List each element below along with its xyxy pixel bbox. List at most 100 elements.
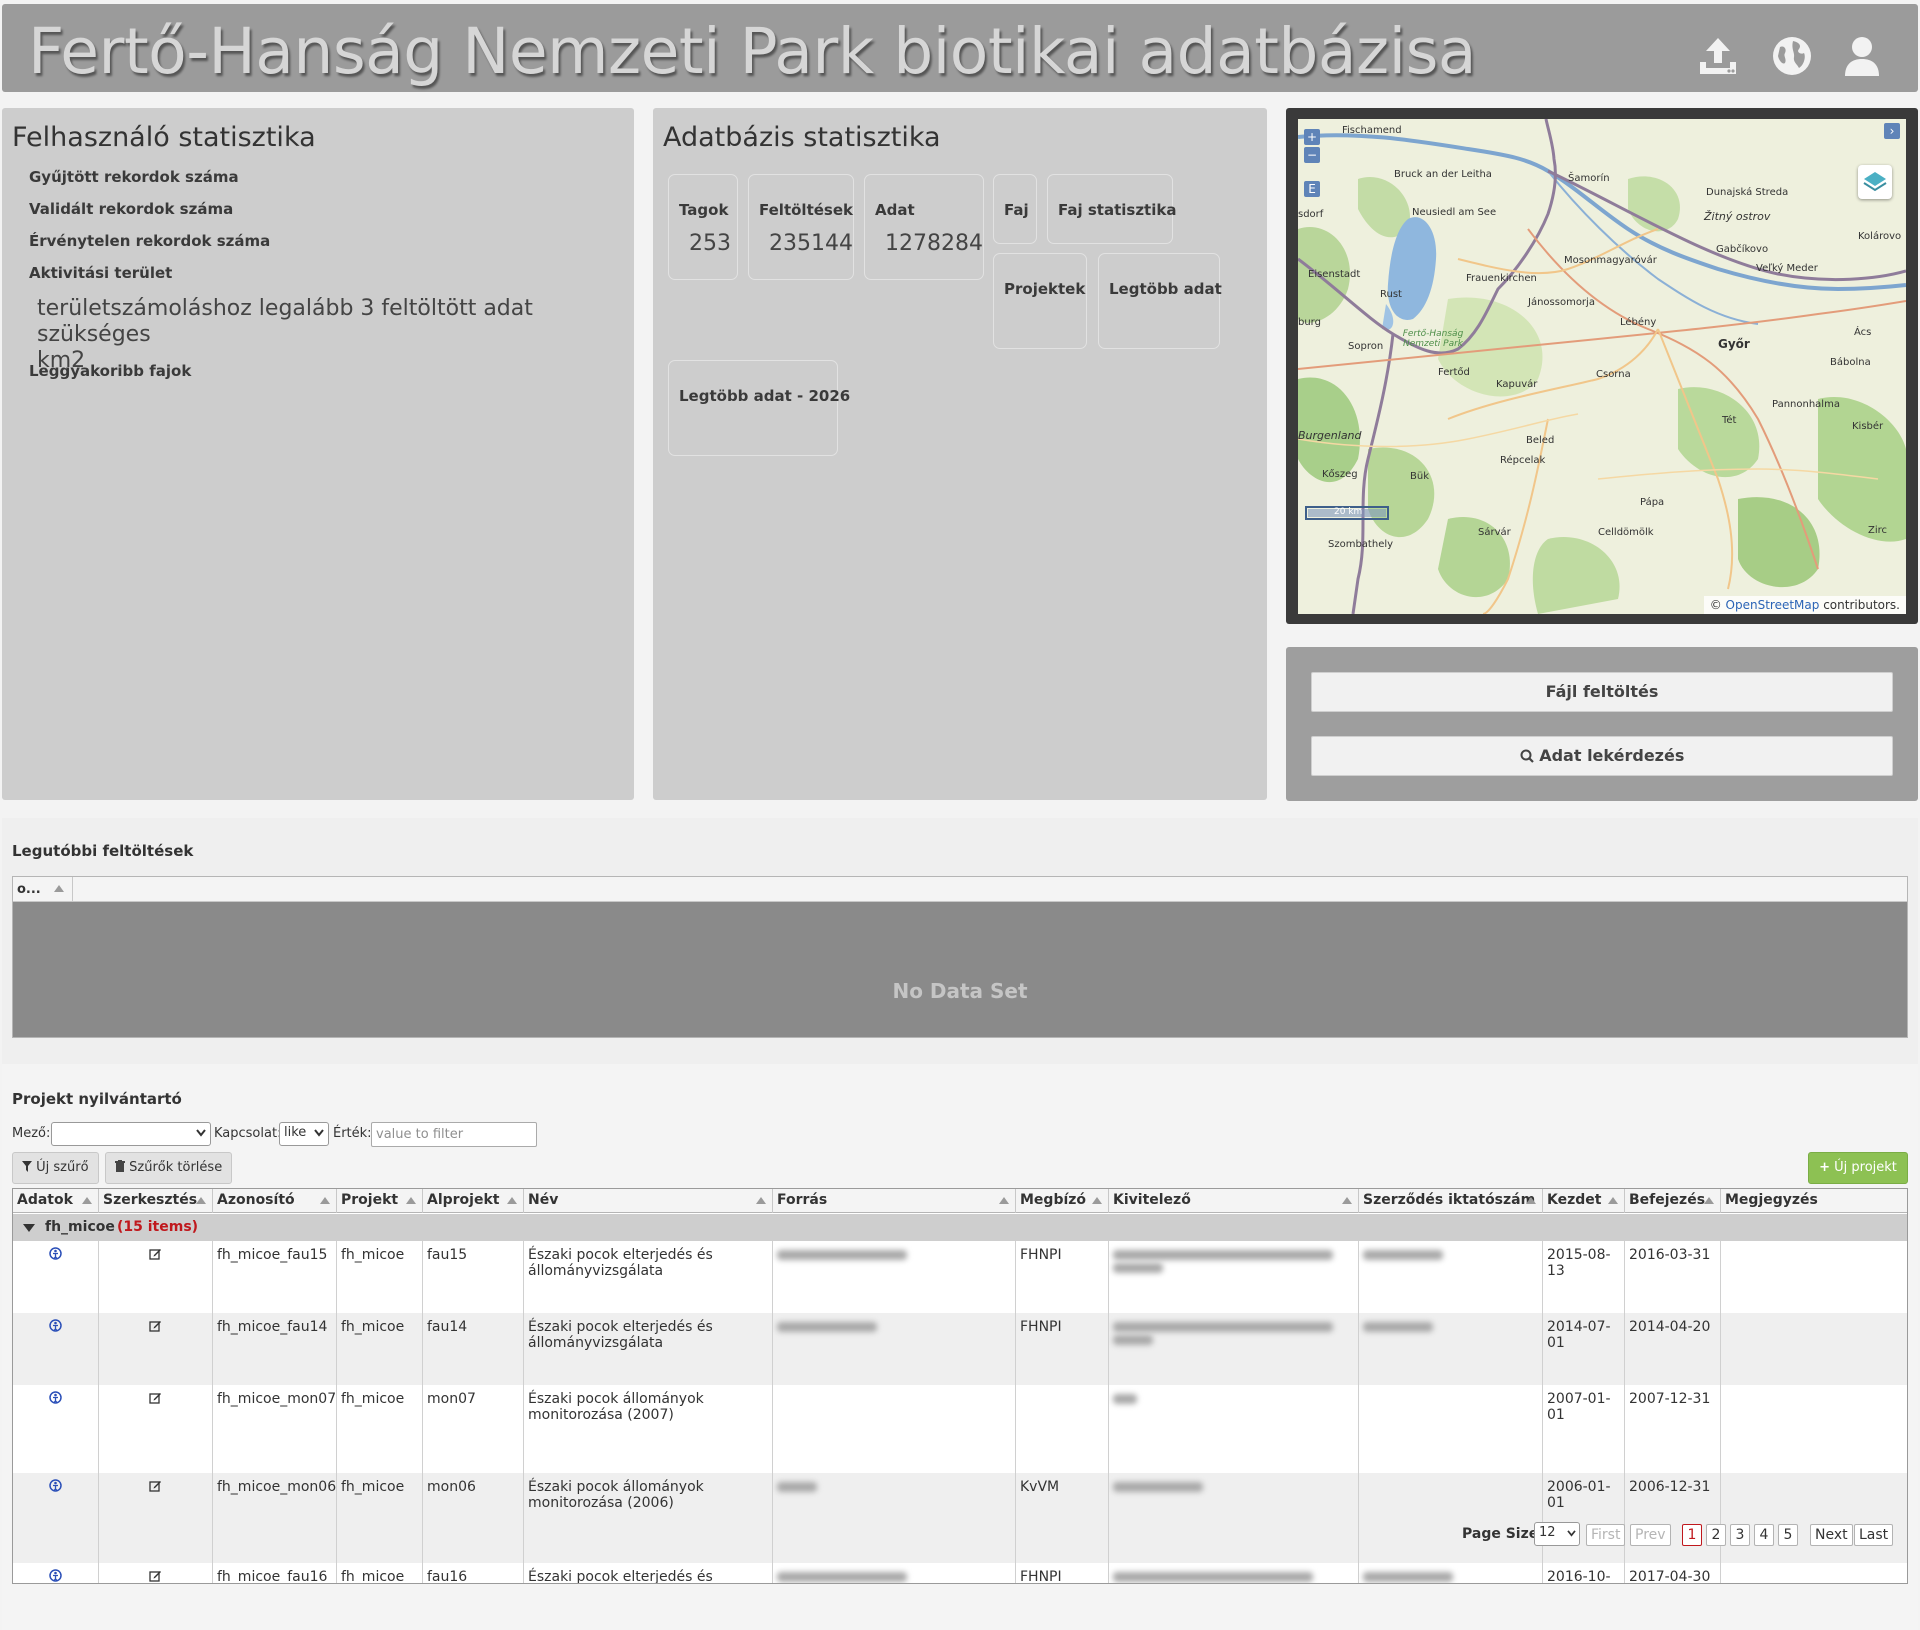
cell-note: [1721, 1385, 1907, 1473]
group-row[interactable]: fh_micoe (15 items): [13, 1214, 1907, 1241]
column-header[interactable]: Szerződés iktatószám: [1359, 1189, 1543, 1213]
cell-id: fh_micoe_fau14: [213, 1313, 337, 1385]
cell-client: FHNPI: [1016, 1313, 1109, 1385]
pager-page-1[interactable]: 1: [1682, 1524, 1702, 1546]
cell-name: Északi pocok állományok monitorozása (20…: [524, 1385, 773, 1473]
column-header[interactable]: Megbízó: [1016, 1189, 1109, 1213]
group-count: (15 items): [117, 1219, 199, 1235]
members-value: 253: [689, 231, 731, 256]
cell-contractor-redacted: [1109, 1313, 1359, 1385]
map-zoom-in-button[interactable]: +: [1304, 129, 1320, 145]
table-row[interactable]: fh_micoe_fau16 fh_micoe fau16 Északi pocok …: [13, 1563, 1907, 1583]
recent-uploads-column[interactable]: o...: [13, 877, 73, 902]
value-input[interactable]: value to filter: [371, 1122, 537, 1147]
pager-prev-button[interactable]: Prev: [1630, 1524, 1671, 1546]
column-header[interactable]: Adatok: [13, 1189, 99, 1213]
openstreetmap-link[interactable]: OpenStreetMap: [1726, 598, 1820, 612]
cell-start: 2015-08-13: [1543, 1241, 1625, 1313]
column-header[interactable]: Azonosító: [213, 1189, 337, 1213]
data-link-icon[interactable]: [49, 1569, 62, 1582]
column-header[interactable]: Szerkesztés: [99, 1189, 213, 1213]
sort-icon: [1092, 1197, 1102, 1204]
pager-last-button[interactable]: Last: [1854, 1524, 1894, 1546]
pager-page-2[interactable]: 2: [1706, 1524, 1726, 1546]
column-header[interactable]: Kezdet: [1543, 1189, 1625, 1213]
column-header[interactable]: Projekt: [337, 1189, 423, 1213]
members-box[interactable]: Tagok 253: [668, 174, 738, 280]
species-stats-box[interactable]: Faj statisztika: [1047, 174, 1176, 244]
cell-subproject: fau14: [423, 1313, 524, 1385]
field-select[interactable]: [51, 1122, 211, 1146]
most-data-box[interactable]: Legtöbb adat: [1098, 253, 1222, 349]
new-project-button[interactable]: + Új projekt: [1808, 1152, 1908, 1184]
page-size-select[interactable]: 12: [1534, 1522, 1580, 1546]
data-value: 1278284: [885, 231, 983, 256]
map-zoom-out-button[interactable]: −: [1304, 147, 1320, 163]
uploads-box[interactable]: Feltöltések 235144: [748, 174, 854, 280]
data-query-button[interactable]: Adat lekérdezés: [1311, 736, 1893, 776]
table-row[interactable]: fh_micoe_fau14 fh_micoe fau14 Északi pocok …: [13, 1313, 1907, 1385]
cell-contractor-redacted: [1109, 1241, 1359, 1313]
column-header-label: Forrás: [777, 1192, 828, 1208]
edit-icon[interactable]: [149, 1391, 162, 1404]
column-header[interactable]: Alprojekt: [423, 1189, 524, 1213]
pager-page-5[interactable]: 5: [1778, 1524, 1798, 1546]
cell-source-redacted: [773, 1385, 1016, 1473]
attribution-symbol: ©: [1709, 598, 1722, 612]
place-label: Žitný ostrov: [1704, 210, 1771, 223]
data-link-icon[interactable]: [49, 1479, 62, 1492]
map-attribution: © OpenStreetMap contributors.: [1703, 596, 1906, 614]
column-header[interactable]: Név: [524, 1189, 773, 1213]
column-header-label: Megbízó: [1020, 1192, 1087, 1208]
column-header[interactable]: Befejezés: [1625, 1189, 1721, 1213]
column-header[interactable]: Forrás: [773, 1189, 1016, 1213]
pager-page-3[interactable]: 3: [1730, 1524, 1750, 1546]
relation-select[interactable]: like: [279, 1122, 329, 1146]
map-panel: + − E › Fischamend Bruck an der Leitha Š…: [1286, 108, 1918, 624]
place-label: Szombathely: [1328, 539, 1394, 550]
data-box[interactable]: Adat 1278284: [864, 174, 984, 280]
species-label: Faj: [1004, 201, 1029, 219]
layers-icon[interactable]: [1858, 165, 1892, 199]
edit-icon[interactable]: [149, 1247, 162, 1260]
map-view[interactable]: + − E › Fischamend Bruck an der Leitha Š…: [1298, 119, 1906, 614]
chevron-down-icon: [1567, 1530, 1576, 1537]
file-upload-button[interactable]: Fájl feltöltés: [1311, 672, 1893, 712]
map-edit-button[interactable]: E: [1304, 181, 1320, 197]
cell-client: FHNPI: [1016, 1563, 1109, 1583]
place-label: Kisbér: [1852, 421, 1884, 432]
user-icon[interactable]: [1838, 32, 1886, 80]
edit-icon[interactable]: [149, 1479, 162, 1492]
sort-icon: [406, 1197, 416, 1204]
species-box[interactable]: Faj: [993, 174, 1037, 244]
globe-icon[interactable]: [1768, 32, 1816, 80]
data-link-icon[interactable]: [49, 1247, 62, 1260]
data-link-icon[interactable]: [49, 1319, 62, 1332]
caret-down-icon[interactable]: [23, 1224, 35, 1232]
edit-cell: [99, 1385, 213, 1473]
place-label: Šamorín: [1568, 173, 1610, 184]
column-header[interactable]: Megjegyzés: [1721, 1189, 1907, 1213]
projects-box[interactable]: Projektek: [993, 253, 1087, 349]
clear-filters-button[interactable]: Szűrők törlése: [105, 1152, 233, 1184]
place-label: Pápa: [1640, 497, 1665, 508]
edit-icon[interactable]: [149, 1569, 162, 1582]
pager-next-button[interactable]: Next: [1810, 1524, 1853, 1546]
table-row[interactable]: fh_micoe_fau15 fh_micoe fau15 Északi pocok …: [13, 1241, 1907, 1313]
table-row[interactable]: fh_micoe_mon07 fh_micoe mon07 Északi pocok …: [13, 1385, 1907, 1473]
data-link-icon[interactable]: [49, 1391, 62, 1404]
place-label: Kapuvár: [1496, 379, 1538, 390]
pager-page-4[interactable]: 4: [1754, 1524, 1774, 1546]
upload-icon[interactable]: [1694, 32, 1742, 80]
column-header[interactable]: Kivitelező: [1109, 1189, 1359, 1213]
data-cell: [13, 1313, 99, 1385]
cell-id: fh_micoe_mon06: [213, 1473, 337, 1563]
edit-icon[interactable]: [149, 1319, 162, 1332]
new-filter-button[interactable]: Új szűrő: [12, 1152, 99, 1184]
recent-uploads-header: o...: [13, 877, 1907, 902]
pager-first-button[interactable]: First: [1586, 1524, 1626, 1546]
table-row[interactable]: fh_micoe_mon06 fh_micoe mon06 Északi pocok …: [13, 1473, 1907, 1563]
edit-cell: [99, 1313, 213, 1385]
map-expand-button[interactable]: ›: [1884, 123, 1900, 139]
most-data-year-box[interactable]: Legtöbb adat - 2026: [668, 360, 850, 456]
